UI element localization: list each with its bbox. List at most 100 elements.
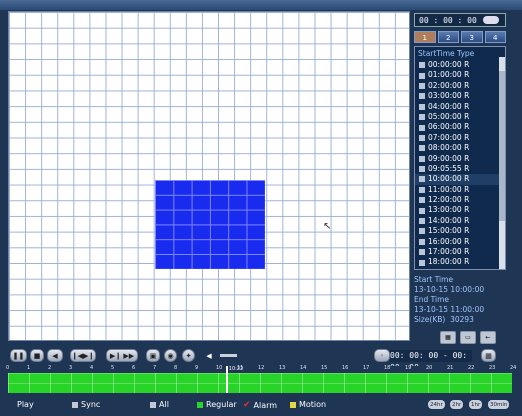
clip-icon[interactable]: ✦ <box>182 349 195 362</box>
stop-icon[interactable]: ■ <box>30 349 44 362</box>
fast-forward-icon[interactable]: ▶❙ ▶▶ <box>106 349 138 362</box>
list-item[interactable]: 10:00:00 R <box>415 174 505 185</box>
pause-icon[interactable]: ❚❚ <box>10 349 27 362</box>
list-item[interactable]: 04:00:00 R <box>415 102 505 112</box>
checkbox-icon[interactable] <box>419 72 425 79</box>
checkbox-icon[interactable] <box>419 176 425 183</box>
sync-checkbox[interactable]: Sync <box>72 400 100 409</box>
file-info: Start Time 13-10-15 10:00:00 End Time 13… <box>414 275 506 325</box>
list-item[interactable]: 08:00:00 R <box>415 143 505 153</box>
hour-tick: 17 <box>363 365 370 371</box>
save-clip-icon[interactable]: ▦ <box>481 349 496 362</box>
checkbox-icon[interactable] <box>419 207 425 214</box>
list-item[interactable]: 01:00:00 R <box>415 70 505 80</box>
checkbox-icon[interactable] <box>419 166 425 173</box>
play-toggle[interactable]: Play <box>8 400 34 409</box>
checkbox-icon[interactable] <box>419 145 425 152</box>
channel-tabs: 1 2 3 4 <box>414 31 506 43</box>
time-display: 00 : 00 : 00 <box>414 13 506 27</box>
checkbox-icon[interactable] <box>419 134 425 141</box>
title-bar <box>0 0 522 10</box>
list-item-label: 11:00:00 R <box>428 184 470 194</box>
list-item[interactable]: 03:00:00 R <box>415 91 505 101</box>
checkbox-icon[interactable] <box>419 238 425 245</box>
side-buttons: ▦ ▭ ← <box>440 331 496 344</box>
hour-tick: 4 <box>90 365 94 371</box>
list-item[interactable]: 09:05:55 R <box>415 164 505 174</box>
frame-step-icon[interactable]: ❙◀▶❙ <box>70 349 96 362</box>
list-item[interactable]: 12:00:00 R <box>415 195 505 205</box>
range-2hr-button[interactable]: 2hr <box>450 400 464 409</box>
clip-time-icon[interactable]: ◦ <box>374 349 390 362</box>
list-item[interactable]: 11:00:00 R <box>415 185 505 195</box>
range-24hr-button[interactable]: 24hr <box>428 400 445 409</box>
motion-checkbox[interactable]: Motion <box>290 400 326 409</box>
current-time: 00 : 00 : 00 <box>419 16 477 25</box>
side-panel: 00 : 00 : 00 1 2 3 4 StartTime Type 00:0… <box>412 11 509 344</box>
list-item[interactable]: 02:00:00 R <box>415 81 505 91</box>
list-scrollbar[interactable] <box>499 57 505 269</box>
list-item-label: 16:00:00 R <box>428 236 470 246</box>
alarm-label: Alarm <box>253 400 278 410</box>
list-item[interactable]: 05:00:00 R <box>415 112 505 122</box>
list-item[interactable]: 16:00:00 R <box>415 237 505 247</box>
list-item[interactable]: 19:00:00 R <box>415 268 505 269</box>
list-item-label: 05:00:00 R <box>428 111 470 121</box>
list-item[interactable]: 06:00:00 R <box>415 122 505 132</box>
list-item[interactable]: 13:00:00 R <box>415 205 505 215</box>
hour-tick: 12 <box>258 365 265 371</box>
hour-tick: 0 <box>6 365 10 371</box>
reverse-play-icon[interactable]: ◀ <box>47 349 63 362</box>
scrollbar-thumb[interactable] <box>499 71 505 221</box>
checkbox-icon[interactable] <box>419 155 425 162</box>
tab-channel-2[interactable]: 2 <box>437 31 459 43</box>
checkbox-icon[interactable] <box>419 259 425 266</box>
timeline-ticks: 0 1 2 3 4 5 6 7 8 9 10 11 12 13 14 15 16 17 18 19 20 21 22 23 24 <box>6 365 516 373</box>
selected-region[interactable] <box>155 180 265 269</box>
list-item[interactable]: 14:00:00 R <box>415 216 505 226</box>
mouse-cursor-icon: ↖ <box>323 221 332 232</box>
timeline-bar[interactable]: 0 1 2 3 4 5 6 7 8 9 10 11 12 13 14 15 16 17 18 19 20 21 22 23 24… <box>6 365 516 393</box>
zoom-icon[interactable]: ▣ <box>146 349 160 362</box>
timeline-marker[interactable] <box>225 366 228 393</box>
checkbox-icon[interactable] <box>419 218 425 225</box>
hour-tick: 23 <box>489 365 496 371</box>
all-checkbox[interactable]: All <box>150 400 169 409</box>
list-item[interactable]: 07:00:00 R <box>415 133 505 143</box>
range-1hr-button[interactable]: 1hr <box>469 400 483 409</box>
list-item[interactable]: 15:00:00 R <box>415 226 505 236</box>
list-item-label: 12:00:00 R <box>428 195 470 205</box>
checkbox-icon[interactable] <box>419 93 425 100</box>
checkbox-icon[interactable] <box>419 249 425 256</box>
hour-tick: 10 <box>216 365 223 371</box>
regular-checkbox[interactable]: Regular <box>197 400 237 409</box>
range-30min-button[interactable]: 30min <box>488 400 510 409</box>
checkbox-icon[interactable] <box>419 197 425 204</box>
checkbox-icon[interactable] <box>419 82 425 89</box>
tab-channel-4[interactable]: 4 <box>484 31 506 43</box>
checkbox-icon[interactable] <box>419 186 425 193</box>
tab-channel-1[interactable]: 1 <box>414 31 436 43</box>
calendar-icon[interactable]: ▦ <box>440 331 456 344</box>
checkbox-icon[interactable] <box>419 124 425 131</box>
alarm-checkbox[interactable]: ✔ Alarm <box>243 400 277 410</box>
checkbox-icon[interactable] <box>419 228 425 235</box>
file-size: Size(KB) 30293 <box>414 315 506 325</box>
start-time-value: 13-10-15 10:00:00 <box>414 285 485 294</box>
volume-slider[interactable] <box>220 354 237 357</box>
toggle-icon[interactable] <box>483 16 499 24</box>
hour-tick: 22 <box>468 365 475 371</box>
checkbox-icon[interactable] <box>419 114 425 121</box>
back-icon[interactable]: ← <box>480 331 496 344</box>
list-item[interactable]: 00:00:00 R <box>415 60 505 70</box>
list-item[interactable]: 17:00:00 R <box>415 247 505 257</box>
list-item[interactable]: 18:00:00 R <box>415 257 505 267</box>
backup-icon[interactable]: ▭ <box>460 331 476 344</box>
volume-icon[interactable]: ◀ <box>203 349 215 362</box>
snapshot-icon[interactable]: ◉ <box>164 349 177 362</box>
motion-detection-grid[interactable] <box>8 11 410 341</box>
checkbox-icon[interactable] <box>419 62 425 69</box>
checkbox-icon[interactable] <box>419 103 425 110</box>
list-item[interactable]: 09:00:00 R <box>415 154 505 164</box>
tab-channel-3[interactable]: 3 <box>461 31 483 43</box>
